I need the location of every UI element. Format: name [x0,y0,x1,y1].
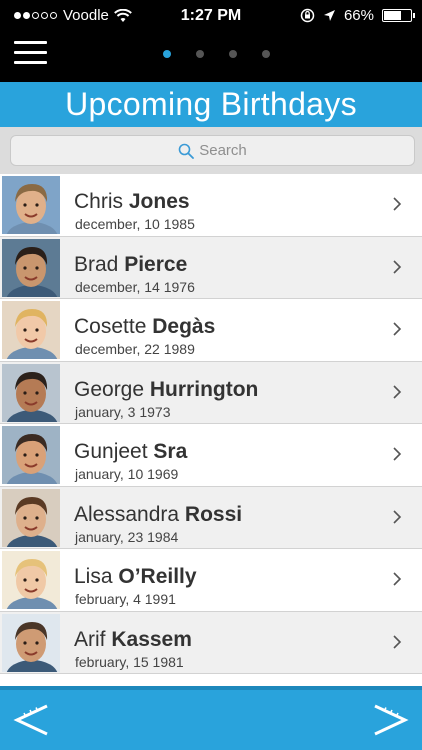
hamburger-icon[interactable] [14,41,47,65]
status-right: 66% [300,7,415,24]
avatar [2,488,60,547]
contact-name: George Hurrington [74,378,258,402]
list-item[interactable]: Chris Jones december, 10 1985 [0,174,422,237]
avatar [2,613,60,672]
birthday-date: december, 10 1985 [75,216,195,232]
page-indicator[interactable] [163,50,270,58]
first-name: Arif [74,627,106,651]
first-name: Gunjeet [74,440,148,463]
avatar [2,551,60,609]
last-name: Jones [128,190,190,213]
list-item[interactable]: Cosette Degàs december, 22 1989 [0,299,422,362]
chevron-right-icon [393,509,402,524]
list-item[interactable]: Arif Kassem february, 15 1981 [0,611,422,674]
birthday-date: january, 3 1973 [75,403,171,420]
birthday-date: january, 23 1984 [75,528,179,545]
contact-name: Arif Kassem [74,628,192,652]
first-name: Alessandra [74,502,180,526]
list-item[interactable]: Lisa O’Reilly february, 4 1991 [0,549,422,612]
page-dot-3[interactable] [229,50,237,58]
avatar [2,238,60,297]
first-name: George [74,377,145,401]
list-item[interactable]: Gunjeet Sra january, 10 1969 [0,424,422,487]
bottom-toolbar [0,686,422,750]
avatar [2,176,60,234]
chevron-right-icon [393,322,402,336]
last-name: O’Reilly [118,565,197,588]
last-name: Degàs [152,315,216,338]
contact-name: Cosette Degàs [74,315,215,339]
birthday-date: december, 14 1976 [75,278,195,295]
location-arrow-icon [323,10,335,21]
list-item[interactable]: Brad Pierce december, 14 1976 [0,236,422,299]
page-dot-2[interactable] [196,50,204,58]
contact-name: Chris Jones [74,190,190,214]
chevron-right-icon [393,259,402,274]
birthday-date: february, 15 1981 [75,653,184,670]
list-item[interactable]: George Hurrington january, 3 1973 [0,361,422,424]
list-item[interactable]: Alessandra Rossi january, 23 1984 [0,486,422,549]
battery-percent: 66% [343,7,374,24]
birthday-date: january, 10 1969 [75,466,179,482]
search-input[interactable]: Search [10,135,415,166]
avatar [2,426,60,484]
contact-name: Lisa O’Reilly [74,565,197,589]
birthday-date: february, 4 1991 [75,591,176,607]
avatar [2,301,60,359]
page-dot-1[interactable] [163,50,171,58]
birthday-date: december, 22 1989 [75,341,195,357]
search-bar: Search [0,127,422,174]
chevron-right-arrow-icon[interactable] [370,700,410,740]
last-name: Pierce [124,252,188,276]
contact-name: Alessandra Rossi [74,503,242,527]
chevron-right-icon [393,447,402,461]
rotation-lock-icon [300,8,315,23]
first-name: Cosette [74,315,147,338]
page-title: Upcoming Birthdays [0,82,422,127]
last-name: Rossi [184,502,243,526]
chevron-right-icon [393,634,402,649]
first-name: Brad [74,252,119,276]
first-name: Chris [74,190,124,213]
birthday-list: Chris Jones december, 10 1985 Brad Pierce d… [0,174,422,686]
last-name: Kassem [111,627,192,651]
contact-name: Brad Pierce [74,253,187,277]
search-placeholder: Search [199,142,247,159]
chevron-right-icon [393,384,402,399]
page-dot-4[interactable] [262,50,270,58]
first-name: Lisa [74,565,113,588]
status-bar: Voodle 1:27 PM 66% [0,0,422,32]
battery-icon [382,9,415,22]
last-name: Sra [153,440,188,463]
avatar [2,363,60,422]
chevron-left-arrow-icon[interactable] [12,700,52,740]
chevron-right-icon [393,572,402,586]
navigation-bar [0,32,422,82]
contact-name: Gunjeet Sra [74,440,187,464]
chevron-right-icon [393,197,402,211]
search-icon [178,143,195,159]
last-name: Hurrington [149,377,259,401]
